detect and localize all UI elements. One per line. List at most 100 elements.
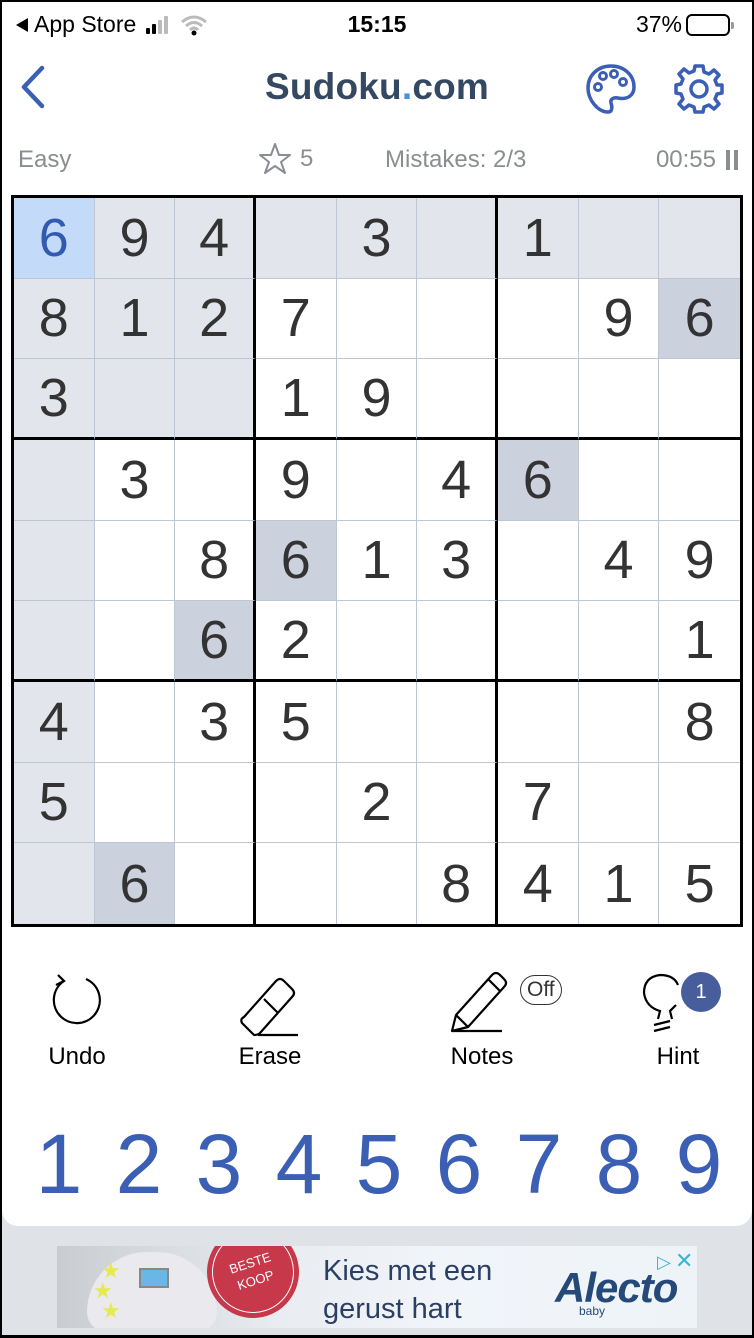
grid-cell[interactable] [417, 762, 498, 844]
grid-cell[interactable] [175, 762, 256, 844]
number-button-4[interactable]: 4 [264, 1114, 334, 1214]
grid-cell[interactable] [336, 601, 418, 682]
grid-cell[interactable]: 5 [255, 681, 337, 763]
grid-cell[interactable]: 4 [498, 843, 579, 924]
grid-cell[interactable] [417, 278, 498, 360]
grid-cell[interactable]: 9 [336, 359, 418, 440]
grid-cell[interactable] [94, 681, 176, 763]
grid-cell[interactable]: 1 [94, 278, 176, 360]
number-button-7[interactable]: 7 [504, 1114, 574, 1214]
notes-button[interactable]: Off Notes [422, 967, 562, 1077]
grid-cell[interactable]: 2 [255, 601, 337, 682]
grid-cell[interactable] [497, 278, 579, 360]
grid-cell[interactable]: 3 [175, 681, 256, 763]
grid-cell[interactable] [659, 359, 740, 440]
grid-cell[interactable] [336, 681, 418, 763]
grid-cell[interactable]: 1 [497, 198, 579, 279]
grid-cell[interactable] [175, 843, 256, 924]
grid-cell[interactable]: 3 [94, 439, 176, 521]
grid-cell[interactable]: 4 [578, 520, 660, 602]
grid-cell[interactable]: 3 [14, 359, 95, 440]
number-button-8[interactable]: 8 [584, 1114, 654, 1214]
grid-cell[interactable]: 6 [14, 198, 95, 279]
grid-cell[interactable] [578, 762, 660, 844]
grid-cell[interactable]: 9 [94, 198, 176, 279]
grid-cell[interactable]: 3 [417, 520, 498, 602]
grid-cell[interactable] [175, 439, 256, 521]
grid-cell[interactable]: 1 [255, 359, 337, 440]
grid-cell[interactable] [14, 439, 95, 521]
settings-button[interactable] [672, 62, 726, 116]
grid-cell[interactable] [659, 763, 740, 844]
grid-cell[interactable] [94, 762, 176, 844]
undo-button[interactable]: Undo [17, 967, 137, 1077]
grid-cell[interactable] [14, 520, 95, 602]
grid-cell[interactable]: 6 [175, 601, 256, 682]
ad-banner[interactable]: ★ ★ ★ BESTE KOOP Kies met een gerust hart… [57, 1246, 697, 1328]
grid-cell[interactable] [255, 762, 337, 844]
pause-icon[interactable] [726, 150, 738, 170]
erase-button[interactable]: Erase [210, 967, 330, 1077]
number-button-3[interactable]: 3 [184, 1114, 254, 1214]
grid-cell[interactable]: 6 [497, 439, 579, 521]
grid-cell[interactable]: 2 [336, 762, 418, 844]
grid-cell[interactable] [497, 601, 579, 682]
close-icon[interactable]: ✕ [675, 1248, 693, 1274]
grid-cell[interactable] [497, 520, 579, 602]
grid-cell[interactable] [94, 359, 176, 440]
number-button-5[interactable]: 5 [344, 1114, 414, 1214]
grid-cell[interactable] [417, 601, 498, 682]
theme-button[interactable] [584, 62, 638, 116]
grid-cell[interactable]: 9 [255, 439, 337, 521]
grid-cell[interactable] [94, 601, 176, 682]
grid-cell[interactable]: 1 [579, 843, 660, 924]
grid-cell[interactable] [497, 681, 579, 763]
grid-cell[interactable] [336, 439, 418, 521]
number-button-1[interactable]: 1 [24, 1114, 94, 1214]
grid-cell[interactable]: 6 [659, 278, 740, 360]
grid-cell[interactable] [417, 359, 498, 440]
grid-cell[interactable] [337, 843, 418, 924]
grid-cell[interactable]: 8 [175, 520, 256, 602]
grid-cell[interactable]: 8 [14, 278, 95, 360]
grid-cell[interactable] [417, 198, 498, 279]
grid-cell[interactable] [336, 278, 418, 360]
grid-cell[interactable] [578, 359, 660, 440]
number-button-2[interactable]: 2 [104, 1114, 174, 1214]
grid-cell[interactable]: 2 [175, 278, 256, 360]
grid-cell[interactable] [14, 601, 95, 682]
number-button-9[interactable]: 9 [664, 1114, 734, 1214]
grid-cell[interactable] [256, 843, 337, 924]
adchoices-icon[interactable]: ▷ [657, 1252, 671, 1273]
grid-cell[interactable] [417, 681, 498, 763]
grid-cell[interactable]: 4 [417, 439, 498, 521]
grid-cell[interactable]: 5 [14, 762, 95, 844]
grid-cell[interactable]: 7 [497, 762, 579, 844]
grid-cell[interactable]: 4 [14, 681, 95, 763]
grid-cell[interactable] [175, 359, 256, 440]
grid-cell[interactable]: 3 [336, 198, 418, 279]
grid-cell[interactable]: 6 [255, 520, 337, 602]
grid-cell[interactable]: 1 [336, 520, 418, 602]
grid-cell[interactable] [255, 198, 337, 279]
grid-cell[interactable] [659, 198, 740, 279]
grid-cell[interactable] [578, 601, 660, 682]
grid-cell[interactable] [14, 843, 95, 924]
grid-cell[interactable]: 9 [578, 278, 660, 360]
grid-cell[interactable] [578, 198, 660, 279]
hint-button[interactable]: 1 Hint [618, 967, 738, 1077]
grid-cell[interactable]: 8 [659, 682, 740, 763]
grid-cell[interactable] [659, 440, 740, 521]
grid-cell[interactable]: 8 [417, 843, 498, 924]
grid-cell[interactable] [497, 359, 579, 440]
grid-cell[interactable]: 7 [255, 278, 337, 360]
grid-cell[interactable]: 6 [94, 843, 176, 924]
grid-cell[interactable] [578, 681, 660, 763]
number-button-6[interactable]: 6 [424, 1114, 494, 1214]
grid-cell[interactable]: 1 [659, 601, 740, 682]
grid-cell[interactable] [94, 520, 176, 602]
grid-cell[interactable]: 9 [659, 521, 740, 602]
grid-cell[interactable] [578, 439, 660, 521]
grid-cell[interactable]: 4 [175, 198, 256, 279]
grid-cell[interactable]: 5 [659, 843, 740, 924]
